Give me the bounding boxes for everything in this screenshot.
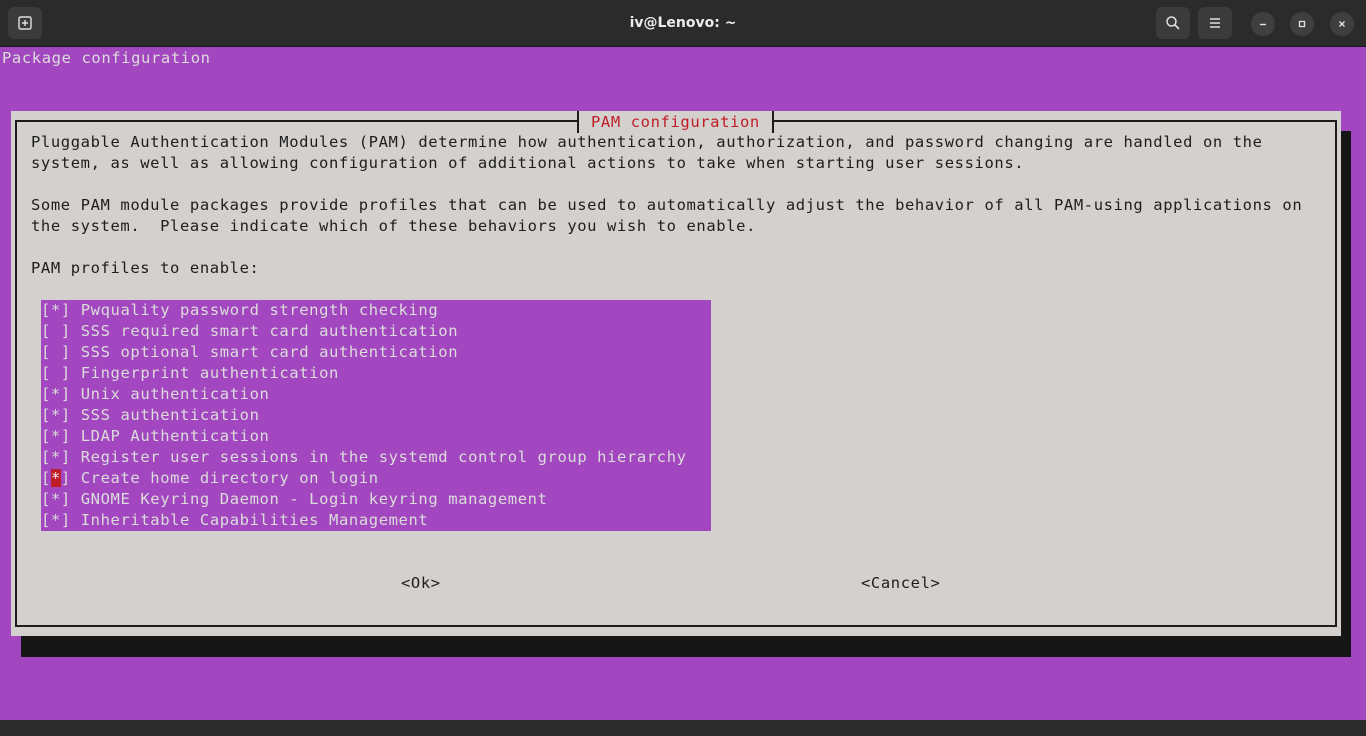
checkbox[interactable]: [*] bbox=[41, 384, 71, 405]
menu-button[interactable] bbox=[1198, 7, 1232, 39]
checklist-item[interactable]: [*] Inheritable Capabilities Management bbox=[41, 510, 428, 531]
dialog-title: PAM configuration bbox=[577, 111, 774, 133]
minimize-button[interactable] bbox=[1251, 12, 1275, 36]
description-line-3: Some PAM module packages provide profile… bbox=[31, 196, 1303, 214]
window-titlebar: iv@Lenovo: ~ bbox=[0, 0, 1366, 47]
checkbox[interactable]: [*] bbox=[41, 489, 71, 510]
checklist-item[interactable]: [*] GNOME Keyring Daemon - Login keyring… bbox=[41, 489, 548, 510]
description-line-2: system, as well as allowing configuratio… bbox=[31, 154, 1025, 172]
checklist-item[interactable]: [*] LDAP Authentication bbox=[41, 426, 269, 447]
checklist-item[interactable]: [*] Register user sessions in the system… bbox=[41, 447, 687, 468]
ok-button[interactable]: <Ok> bbox=[401, 573, 441, 594]
checklist-item[interactable]: [*] SSS authentication bbox=[41, 405, 260, 426]
checkbox[interactable]: [*] bbox=[41, 468, 71, 489]
search-icon bbox=[1166, 16, 1180, 30]
search-button[interactable] bbox=[1156, 7, 1190, 39]
checkbox[interactable]: [*] bbox=[41, 510, 71, 531]
checklist-item[interactable]: [*] Pwquality password strength checking bbox=[41, 300, 438, 321]
maximize-button[interactable] bbox=[1290, 12, 1314, 36]
checkbox[interactable]: [*] bbox=[41, 405, 71, 426]
checklist-item[interactable]: [ ] SSS optional smart card authenticati… bbox=[41, 342, 458, 363]
profiles-checklist: [*] Pwquality password strength checking… bbox=[41, 300, 711, 531]
hamburger-menu-icon bbox=[1210, 18, 1220, 28]
selection-cursor: * bbox=[50, 469, 61, 487]
close-icon bbox=[1339, 21, 1345, 27]
minimize-icon bbox=[1260, 23, 1266, 26]
checklist-item[interactable]: [*] Unix authentication bbox=[41, 384, 269, 405]
maximize-icon bbox=[1298, 20, 1306, 28]
checkbox[interactable]: [*] bbox=[41, 447, 71, 468]
checkbox[interactable]: [ ] bbox=[41, 363, 71, 384]
cancel-button[interactable]: <Cancel> bbox=[861, 573, 940, 594]
close-button[interactable] bbox=[1330, 12, 1354, 36]
checklist-item[interactable]: [ ] SSS required smart card authenticati… bbox=[41, 321, 458, 342]
checkbox[interactable]: [ ] bbox=[41, 342, 71, 363]
checkbox[interactable]: [*] bbox=[41, 300, 71, 321]
checklist-item-selected[interactable]: [*] Create home directory on login bbox=[41, 468, 379, 489]
window-bottom-edge bbox=[0, 720, 1366, 736]
description-line-4: the system. Please indicate which of the… bbox=[31, 217, 757, 235]
pam-configuration-dialog: PAM configuration Pluggable Authenticati… bbox=[11, 111, 1341, 636]
terminal-area[interactable]: Package configuration PAM configuration … bbox=[0, 47, 1366, 720]
checkbox[interactable]: [*] bbox=[41, 426, 71, 447]
package-configuration-header: Package configuration bbox=[2, 49, 211, 67]
description-line-1: Pluggable Authentication Modules (PAM) d… bbox=[31, 133, 1263, 151]
checkbox[interactable]: [ ] bbox=[41, 321, 71, 342]
profiles-prompt: PAM profiles to enable: bbox=[31, 259, 260, 277]
checklist-item[interactable]: [ ] Fingerprint authentication bbox=[41, 363, 339, 384]
